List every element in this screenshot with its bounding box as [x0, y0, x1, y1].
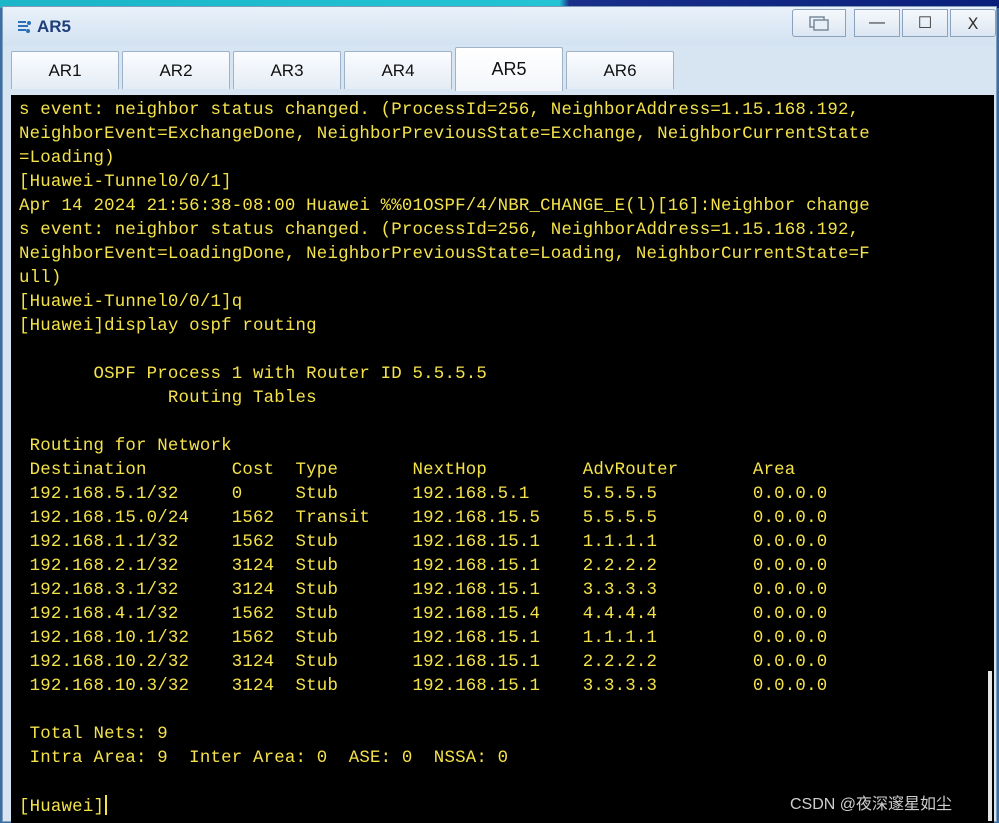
terminal-line-text: OSPF Process 1 with Router ID 5.5.5.5	[19, 365, 487, 384]
terminal-line-text: 192.168.5.1/32 0 Stub 192.168.5.1 5.5.5.…	[19, 485, 828, 504]
terminal-line: Intra Area: 9 Inter Area: 0 ASE: 0 NSSA:…	[19, 747, 508, 771]
terminal-line: 192.168.3.1/32 3124 Stub 192.168.15.1 3.…	[19, 579, 828, 603]
terminal-line-text: [Huawei-Tunnel0/0/1]	[19, 173, 232, 192]
tab-ar3[interactable]: AR3	[233, 51, 341, 89]
terminal-line: 192.168.1.1/32 1562 Stub 192.168.15.1 1.…	[19, 531, 828, 555]
terminal-line: Apr 14 2024 21:56:38-08:00 Huawei %%01OS…	[19, 195, 870, 219]
terminal-line-text: Routing for Network	[19, 437, 232, 456]
title-bar[interactable]: AR5 — ☐ X	[3, 7, 996, 45]
terminal-line-text: 192.168.4.1/32 1562 Stub 192.168.15.4 4.…	[19, 605, 828, 624]
terminal-line: [Huawei-Tunnel0/0/1]	[19, 171, 232, 195]
terminal-line: 192.168.10.1/32 1562 Stub 192.168.15.1 1…	[19, 627, 828, 651]
terminal-line-text: s event: neighbor status changed. (Proce…	[19, 221, 860, 240]
terminal-line-text: Total Nets: 9	[19, 725, 168, 744]
terminal-line-text: =Loading)	[19, 149, 115, 168]
terminal-line-text: Destination Cost Type NextHop AdvRouter …	[19, 461, 796, 480]
terminal-line-text: [Huawei-Tunnel0/0/1]q	[19, 293, 243, 312]
terminal-line: OSPF Process 1 with Router ID 5.5.5.5	[19, 363, 487, 387]
terminal-output[interactable]: s event: neighbor status changed. (Proce…	[11, 95, 994, 823]
console-window: AR5 — ☐ X AR1 AR2 AR3 AR4 AR5 AR6 s even…	[2, 6, 997, 823]
close-icon: X	[967, 13, 979, 33]
close-button[interactable]: X	[950, 9, 996, 37]
terminal-line: NeighborEvent=LoadingDone, NeighborPrevi…	[19, 243, 870, 267]
maximize-button[interactable]: ☐	[902, 9, 948, 37]
terminal-line-text: 192.168.10.1/32 1562 Stub 192.168.15.1 1…	[19, 629, 828, 648]
terminal-line-text: [Huawei]display ospf routing	[19, 317, 317, 336]
terminal-line-text: 192.168.10.3/32 3124 Stub 192.168.15.1 3…	[19, 677, 828, 696]
terminal-line: 192.168.15.0/24 1562 Transit 192.168.15.…	[19, 507, 828, 531]
terminal-line: [Huawei-Tunnel0/0/1]q	[19, 291, 242, 315]
terminal-line: s event: neighbor status changed. (Proce…	[19, 219, 859, 243]
terminal-line: Routing for Network	[19, 435, 232, 459]
terminal-line: Total Nets: 9	[19, 723, 168, 747]
restore-button[interactable]	[792, 9, 846, 37]
window-title: AR5	[37, 17, 72, 36]
terminal-line-text: Routing Tables	[19, 389, 317, 408]
terminal-scrollbar[interactable]	[988, 671, 992, 821]
minimize-button[interactable]: —	[854, 9, 900, 37]
terminal-line: =Loading)	[19, 147, 115, 171]
restore-icon	[809, 16, 829, 31]
tab-ar1[interactable]: AR1	[11, 51, 119, 89]
terminal-line-text: ull)	[19, 269, 62, 288]
tab-ar5[interactable]: AR5	[455, 47, 563, 91]
terminal-line-text: 192.168.15.0/24 1562 Transit 192.168.15.…	[19, 509, 828, 528]
tab-ar4[interactable]: AR4	[344, 51, 452, 89]
terminal-line-text: Apr 14 2024 21:56:38-08:00 Huawei %%01OS…	[19, 197, 870, 216]
terminal-line-text: [Huawei]	[19, 798, 105, 817]
terminal-line: 192.168.5.1/32 0 Stub 192.168.5.1 5.5.5.…	[19, 483, 828, 507]
minimize-icon: —	[869, 14, 885, 31]
terminal-line-text: NeighborEvent=LoadingDone, NeighborPrevi…	[19, 245, 870, 264]
terminal-line-text: 192.168.10.2/32 3124 Stub 192.168.15.1 2…	[19, 653, 828, 672]
terminal-line: 192.168.10.3/32 3124 Stub 192.168.15.1 3…	[19, 675, 828, 699]
terminal-line: 192.168.10.2/32 3124 Stub 192.168.15.1 2…	[19, 651, 828, 675]
terminal-line-text: NeighborEvent=ExchangeDone, NeighborPrev…	[19, 125, 870, 144]
terminal-line-text: 192.168.3.1/32 3124 Stub 192.168.15.1 3.…	[19, 581, 828, 600]
terminal-line-text: Intra Area: 9 Inter Area: 0 ASE: 0 NSSA:…	[19, 749, 509, 768]
tab-ar2[interactable]: AR2	[122, 51, 230, 89]
router-app-icon	[18, 21, 31, 33]
terminal-line-text: 192.168.1.1/32 1562 Stub 192.168.15.1 1.…	[19, 533, 828, 552]
terminal-line: Destination Cost Type NextHop AdvRouter …	[19, 459, 796, 483]
watermark: CSDN @夜深邃星如尘	[790, 796, 953, 813]
terminal-line: NeighborEvent=ExchangeDone, NeighborPrev…	[19, 123, 870, 147]
tab-ar6[interactable]: AR6	[566, 51, 674, 89]
terminal-line-text: s event: neighbor status changed. (Proce…	[19, 101, 860, 120]
terminal-line: 192.168.4.1/32 1562 Stub 192.168.15.4 4.…	[19, 603, 828, 627]
terminal-line: ull)	[19, 267, 62, 291]
terminal-line-text: 192.168.2.1/32 3124 Stub 192.168.15.1 2.…	[19, 557, 828, 576]
prompt-line: [Huawei]	[19, 795, 108, 819]
terminal-line: 192.168.2.1/32 3124 Stub 192.168.15.1 2.…	[19, 555, 828, 579]
terminal-line: Routing Tables	[19, 387, 317, 411]
terminal-line: s event: neighbor status changed. (Proce…	[19, 99, 859, 123]
text-cursor	[105, 795, 108, 815]
maximize-icon: ☐	[917, 15, 933, 32]
terminal-line: [Huawei]display ospf routing	[19, 315, 317, 339]
